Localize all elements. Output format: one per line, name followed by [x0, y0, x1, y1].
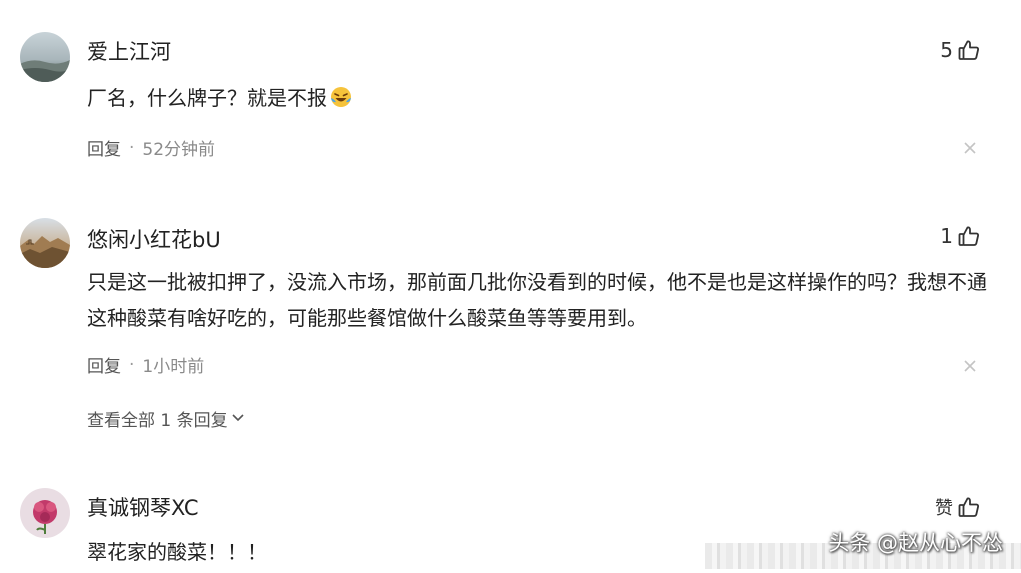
comment-item-2: 悠闲小红花bU 1 只是这一批被扣押了，没流入市场，那前面几批你没看到的时候，他… [0, 190, 1021, 450]
close-icon[interactable] [963, 358, 977, 372]
separator-dot: · [129, 137, 135, 158]
like-label: 赞 [935, 498, 953, 519]
like-button[interactable]: 赞 [935, 492, 981, 522]
avatar[interactable] [20, 218, 70, 268]
watermark: 头条 @赵从心不怂 [828, 531, 1003, 555]
comment-text: 厂名，什么牌子？就是不报 [87, 80, 987, 116]
avatar[interactable] [20, 32, 70, 82]
comment-meta: 回复 · 1小时前 [87, 352, 205, 378]
thumbs-up-icon [957, 38, 981, 62]
username[interactable]: 悠闲小红花bU [87, 224, 221, 254]
avatar[interactable] [20, 488, 70, 538]
laughing-emoji-icon [329, 84, 353, 108]
like-count: 1 [940, 224, 953, 248]
username[interactable]: 真诚钢琴XC [87, 492, 199, 522]
view-all-replies-button[interactable]: 查看全部 1 条回复 [87, 406, 245, 431]
thumbs-up-icon [957, 495, 981, 519]
reply-button[interactable]: 回复 [87, 352, 121, 377]
close-icon[interactable] [963, 140, 977, 154]
like-button[interactable]: 5 [940, 35, 981, 65]
like-count: 5 [940, 38, 953, 62]
thumbs-up-icon [957, 224, 981, 248]
comment-item-1: 爱上江河 5 厂名，什么牌子？就是不报 回复 · 52分钟前 [0, 0, 1021, 190]
reply-button[interactable]: 回复 [87, 135, 121, 160]
chevron-down-icon [231, 409, 245, 429]
username[interactable]: 爱上江河 [87, 36, 171, 66]
comment-meta: 回复 · 52分钟前 [87, 135, 216, 161]
like-button[interactable]: 1 [940, 221, 981, 251]
separator-dot: · [129, 354, 135, 375]
comment-time: 52分钟前 [142, 140, 216, 160]
comment-text: 只是这一批被扣押了，没流入市场，那前面几批你没看到的时候，他不是也是这样操作的吗… [87, 270, 987, 330]
view-all-replies-label: 查看全部 1 条回复 [87, 411, 228, 431]
comment-time: 1小时前 [142, 357, 205, 377]
